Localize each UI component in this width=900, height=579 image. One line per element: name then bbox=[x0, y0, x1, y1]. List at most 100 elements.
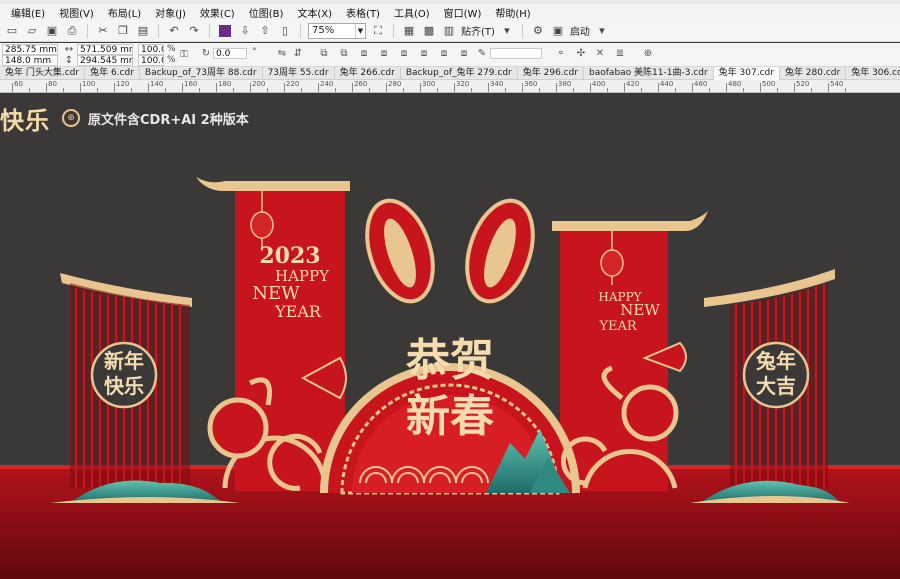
launch-menu[interactable]: 启动 bbox=[570, 23, 590, 38]
menu-window[interactable]: 窗口(W) bbox=[437, 5, 489, 20]
menu-help[interactable]: 帮助(H) bbox=[488, 5, 537, 20]
document-tab[interactable]: Backup_of_73周年 88.cdr bbox=[140, 66, 263, 80]
ruler-tick-label: 100 bbox=[82, 80, 96, 88]
toolbar-divider bbox=[521, 23, 523, 38]
application-launcher-icon[interactable]: ▣ bbox=[550, 23, 566, 39]
undo-icon[interactable]: ↶ bbox=[166, 23, 182, 39]
document-tab[interactable]: Backup_of_兔年 279.cdr bbox=[401, 66, 518, 80]
document-tab[interactable]: 兔年 296.cdr bbox=[518, 66, 585, 80]
menu-effects[interactable]: 效果(C) bbox=[193, 5, 242, 20]
publish-pdf-icon[interactable]: ▯ bbox=[277, 23, 293, 39]
y-position-field[interactable]: 148.0 mm bbox=[2, 55, 58, 66]
print-icon[interactable]: ⎙ bbox=[64, 23, 80, 39]
ruler-tick-label: 180 bbox=[218, 80, 232, 88]
ruler-minor-tick bbox=[403, 88, 404, 92]
document-tab[interactable]: 兔年 门头大集.cdr bbox=[0, 66, 86, 80]
save-icon[interactable]: ▣ bbox=[44, 23, 60, 39]
create-boundary-icon[interactable]: ⧈ bbox=[458, 48, 470, 60]
wrap-text-icon[interactable]: ⚬ bbox=[555, 48, 567, 60]
height-field[interactable]: 294.545 mm bbox=[77, 55, 133, 66]
scale-x-field[interactable]: 100.0 bbox=[138, 44, 164, 55]
ungroup-icon[interactable]: ⧉ bbox=[338, 48, 350, 60]
ruler-tick-label: 360 bbox=[524, 80, 538, 88]
document-tab[interactable]: 73周年 55.cdr bbox=[263, 66, 335, 80]
rabbit-ears bbox=[365, 198, 535, 304]
document-tab[interactable]: baofabao 美陈11-1曲-3.cdr bbox=[584, 66, 714, 80]
full-screen-icon[interactable]: ⛶ bbox=[370, 23, 386, 39]
ruler-tick-label: 260 bbox=[354, 80, 368, 88]
ruler-major-tick bbox=[386, 83, 387, 92]
delete-node-icon[interactable]: ✕ bbox=[594, 48, 606, 60]
outline-pen-icon[interactable]: ✎ bbox=[476, 48, 488, 60]
document-tab[interactable]: 兔年 266.cdr bbox=[335, 66, 401, 80]
ruler-major-tick bbox=[556, 83, 557, 92]
grid-icon[interactable]: ▩ bbox=[421, 23, 437, 39]
menu-view[interactable]: 视图(V) bbox=[52, 5, 101, 20]
options-gear-icon[interactable]: ⚙ bbox=[530, 23, 546, 39]
add-circle-icon[interactable]: ⊕ bbox=[642, 48, 654, 60]
menu-table[interactable]: 表格(T) bbox=[339, 5, 387, 20]
scale-y-field[interactable]: 100.0 bbox=[138, 55, 164, 66]
ruler-tick-label: 520 bbox=[796, 80, 810, 88]
ruler-tick-label: 420 bbox=[626, 80, 640, 88]
document-tab[interactable]: 兔年 6.cdr bbox=[85, 66, 140, 80]
convert-to-curves-icon[interactable]: ✣ bbox=[575, 48, 587, 60]
menu-layout[interactable]: 布局(L) bbox=[101, 5, 148, 20]
drawing-canvas[interactable]: 快乐 ⊕ 原文件含CDR+AI 2种版本 新年 快乐 兔年 大吉 2023 HA… bbox=[0, 93, 900, 579]
corel-connect-icon[interactable] bbox=[217, 23, 233, 39]
simplify-icon[interactable]: ⧈ bbox=[418, 48, 430, 60]
right-gate: 兔年 大吉 bbox=[704, 269, 835, 488]
chevron-down-icon[interactable]: ▾ bbox=[499, 23, 515, 39]
rulers-icon[interactable]: ▦ bbox=[401, 23, 417, 39]
import-icon[interactable]: ⇩ bbox=[237, 23, 253, 39]
paste-icon[interactable]: ▤ bbox=[135, 23, 151, 39]
ruler-major-tick bbox=[182, 83, 183, 92]
cut-icon[interactable]: ✂ bbox=[95, 23, 111, 39]
horizontal-ruler[interactable]: 60 80 100 120 140 160 180 200 220 240 260 280 300 320… bbox=[0, 80, 900, 93]
ruler-tick-label: 320 bbox=[456, 80, 470, 88]
mirror-vertical-icon[interactable]: ⇵ bbox=[292, 48, 304, 60]
front-minus-back-icon[interactable]: ⧈ bbox=[438, 48, 450, 60]
redo-icon[interactable]: ↷ bbox=[186, 23, 202, 39]
ruler-major-tick bbox=[420, 83, 421, 92]
menu-text[interactable]: 文本(X) bbox=[290, 5, 339, 20]
trim-icon[interactable]: ⧈ bbox=[378, 48, 390, 60]
x-position-field[interactable]: 285.75 mm bbox=[2, 44, 58, 55]
outline-width-select[interactable] bbox=[490, 48, 542, 59]
left-sign-line1: 新年 bbox=[104, 349, 144, 373]
lock-ratio-icon[interactable]: ⚿ bbox=[178, 49, 190, 61]
chevron-down-icon[interactable]: ▾ bbox=[594, 23, 610, 39]
menu-object[interactable]: 对象(J) bbox=[148, 5, 193, 20]
document-tab[interactable]: 兔年 306.cdr bbox=[846, 67, 900, 80]
open-folder-icon[interactable]: ▱ bbox=[24, 23, 40, 39]
copy-icon[interactable]: ❐ bbox=[115, 23, 131, 39]
ruler-minor-tick bbox=[97, 88, 98, 92]
menu-edit[interactable]: 编辑(E) bbox=[4, 5, 52, 20]
ruler-major-tick bbox=[454, 83, 455, 92]
ruler-tick-label: 400 bbox=[592, 80, 606, 88]
width-field[interactable]: 571.509 mm bbox=[77, 44, 133, 55]
guidelines-icon[interactable]: ▥ bbox=[441, 23, 457, 39]
design-artwork[interactable]: 新年 快乐 兔年 大吉 2023 HAPPY NEW YEAR HAPPY NE… bbox=[0, 93, 900, 579]
document-tab[interactable]: 兔年 280.cdr bbox=[780, 66, 847, 80]
right-sign-line1: 兔年 bbox=[755, 349, 796, 373]
right-sign-line2: 大吉 bbox=[756, 374, 796, 398]
mirror-horizontal-icon[interactable]: ⇋ bbox=[276, 48, 288, 60]
document-tab[interactable]: 兔年 307.cdr bbox=[713, 66, 780, 80]
rotation-angle-field[interactable]: 0.0 bbox=[213, 48, 247, 59]
align-distribute-icon[interactable]: ≣ bbox=[614, 48, 626, 60]
intersect-icon[interactable]: ⧈ bbox=[398, 48, 410, 60]
menu-bitmaps[interactable]: 位图(B) bbox=[242, 5, 291, 20]
menu-tools[interactable]: 工具(O) bbox=[387, 5, 437, 20]
zoom-level-select[interactable]: 75% ▼ bbox=[308, 22, 366, 39]
ruler-major-tick bbox=[624, 83, 625, 92]
weld-icon[interactable]: ⧈ bbox=[358, 48, 370, 60]
ruler-major-tick bbox=[522, 83, 523, 92]
ruler-minor-tick bbox=[845, 88, 846, 92]
group-icon[interactable]: ⧉ bbox=[318, 48, 330, 60]
export-icon[interactable]: ⇧ bbox=[257, 23, 273, 39]
ruler-tick-label: 460 bbox=[694, 80, 708, 88]
snap-to-menu[interactable]: 贴齐(T) bbox=[461, 23, 495, 38]
new-document-icon[interactable]: ▭ bbox=[4, 23, 20, 39]
ruler-major-tick bbox=[658, 83, 659, 92]
